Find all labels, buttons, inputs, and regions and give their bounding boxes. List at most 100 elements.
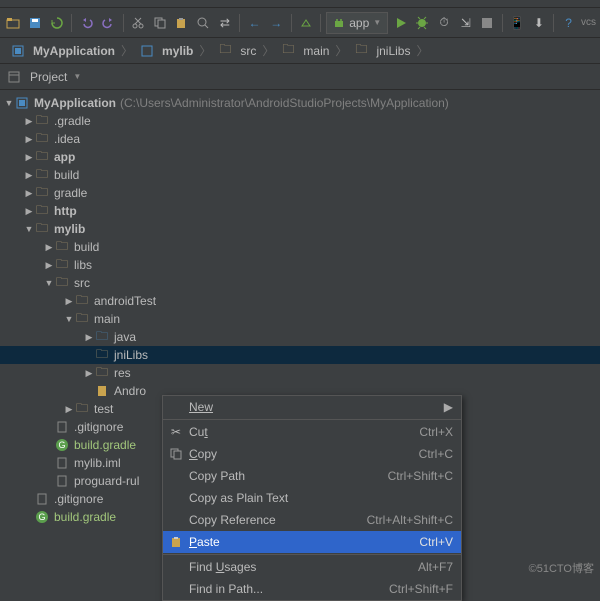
back-icon[interactable]: ← xyxy=(245,13,264,33)
breadcrumb-item[interactable]: 🗀jniLibs xyxy=(349,44,414,58)
expand-icon[interactable]: ▶ xyxy=(84,332,94,343)
folder-icon: 🗀 xyxy=(54,258,70,272)
tree-item[interactable]: ▶🗀libs xyxy=(0,256,600,274)
expand-icon[interactable]: ▶ xyxy=(24,116,34,127)
copy-icon[interactable] xyxy=(150,13,169,33)
tree-item[interactable]: ▶🗀build xyxy=(0,166,600,184)
folder-icon: 🗀 xyxy=(34,150,50,164)
folder-icon: 🗀 xyxy=(34,204,50,218)
separator xyxy=(320,14,321,32)
tree-item[interactable]: ▶🗀http xyxy=(0,202,600,220)
open-icon[interactable] xyxy=(4,13,23,33)
redo-icon[interactable] xyxy=(99,13,118,33)
undo-icon[interactable] xyxy=(77,13,96,33)
folder-icon: 🗀 xyxy=(74,294,90,308)
menu-find-usages[interactable]: Find UsagesAlt+F7 xyxy=(163,556,461,578)
save-icon[interactable] xyxy=(26,13,45,33)
attach-icon[interactable]: ⇲ xyxy=(456,13,475,33)
tree-item[interactable]: ▶🗀.idea xyxy=(0,130,600,148)
chevron-down-icon: ▼ xyxy=(373,18,381,27)
expand-icon[interactable]: ▶ xyxy=(84,368,94,379)
tree-root[interactable]: ▼MyApplication(C:\Users\Administrator\An… xyxy=(0,94,600,112)
folder-icon: 🗀 xyxy=(54,240,70,254)
expand-icon[interactable]: ▼ xyxy=(24,224,34,234)
expand-icon[interactable]: ▼ xyxy=(44,278,54,288)
menu-copy-plain[interactable]: Copy as Plain Text xyxy=(163,487,461,509)
tree-item[interactable]: ▼🗀src xyxy=(0,274,600,292)
file-icon xyxy=(54,420,70,434)
menu-separator xyxy=(163,419,461,420)
sdk-icon[interactable]: ⬇ xyxy=(530,13,549,33)
tree-item[interactable]: ▼🗀main xyxy=(0,310,600,328)
chevron-down-icon[interactable]: ▼ xyxy=(73,72,81,81)
tree-item[interactable]: ▶🗀app xyxy=(0,148,600,166)
view-mode-icon[interactable] xyxy=(4,67,24,87)
tree-item[interactable]: ▶🗀res xyxy=(0,364,600,382)
vcs-label: vcs xyxy=(581,17,596,28)
expand-icon[interactable]: ▶ xyxy=(24,188,34,199)
find-icon[interactable] xyxy=(194,13,213,33)
avd-icon[interactable]: 📱 xyxy=(508,13,527,33)
run-config-combo[interactable]: app ▼ xyxy=(326,12,388,34)
tree-item-selected[interactable]: 🗀jniLibs xyxy=(0,346,600,364)
folder-icon: 🗀 xyxy=(54,276,70,290)
folder-icon: 🗀 xyxy=(280,44,296,58)
expand-icon[interactable]: ▶ xyxy=(24,170,34,181)
expand-icon[interactable]: ▶ xyxy=(64,296,74,307)
copy-icon xyxy=(167,448,185,460)
expand-icon[interactable]: ▶ xyxy=(24,134,34,145)
forward-icon[interactable]: → xyxy=(267,13,286,33)
run-icon[interactable] xyxy=(391,13,410,33)
menu-copy-path[interactable]: Copy PathCtrl+Shift+C xyxy=(163,465,461,487)
menu-paste[interactable]: PasteCtrl+V xyxy=(163,531,461,553)
expand-icon[interactable]: ▶ xyxy=(64,404,74,415)
expand-icon[interactable]: ▼ xyxy=(4,98,14,108)
build-icon[interactable] xyxy=(297,13,316,33)
menu-new[interactable]: New▶ xyxy=(163,396,461,418)
breadcrumb-item[interactable]: mylib xyxy=(135,44,197,58)
android-icon xyxy=(333,17,345,29)
tree-item[interactable]: ▶🗀build xyxy=(0,238,600,256)
separator xyxy=(123,14,124,32)
menu-bar[interactable] xyxy=(0,0,600,8)
separator xyxy=(239,14,240,32)
expand-icon[interactable]: ▶ xyxy=(44,242,54,253)
breadcrumb-item[interactable]: 🗀src xyxy=(213,44,260,58)
sync-icon[interactable] xyxy=(47,13,66,33)
tree-item[interactable]: ▶🗀gradle xyxy=(0,184,600,202)
tree-item[interactable]: ▶🗀.gradle xyxy=(0,112,600,130)
help-icon[interactable]: ? xyxy=(559,13,578,33)
expand-icon[interactable]: ▼ xyxy=(64,314,74,324)
breadcrumb: MyApplication 〉 mylib 〉 🗀src 〉 🗀main 〉 🗀… xyxy=(0,38,600,64)
folder-icon: 🗀 xyxy=(94,366,110,380)
replace-icon[interactable]: ⇄ xyxy=(215,13,234,33)
tree-item[interactable]: ▶🗀androidTest xyxy=(0,292,600,310)
folder-icon: 🗀 xyxy=(94,330,110,344)
tree-item[interactable]: ▶🗀java xyxy=(0,328,600,346)
breadcrumb-item[interactable]: 🗀main xyxy=(276,44,333,58)
paste-icon xyxy=(167,536,185,548)
expand-icon[interactable]: ▶ xyxy=(44,260,54,271)
main-toolbar: ⇄ ← → app ▼ ⏱ ⇲ 📱 ⬇ ? vcs xyxy=(0,8,600,38)
menu-copy-ref[interactable]: Copy ReferenceCtrl+Alt+Shift+C xyxy=(163,509,461,531)
expand-icon[interactable]: ▶ xyxy=(24,206,34,217)
stop-icon[interactable] xyxy=(478,13,497,33)
menu-find-in-path[interactable]: Find in Path...Ctrl+Shift+F xyxy=(163,578,461,600)
menu-cut[interactable]: ✂CutCtrl+X xyxy=(163,421,461,443)
watermark: ©51CTO博客 xyxy=(529,560,594,576)
chevron-right-icon: 〉 xyxy=(333,42,349,59)
breadcrumb-item[interactable]: MyApplication xyxy=(6,44,119,58)
expand-icon[interactable]: ▶ xyxy=(24,152,34,163)
menu-copy[interactable]: CopyCtrl+C xyxy=(163,443,461,465)
project-view-label[interactable]: Project xyxy=(30,70,67,84)
separator xyxy=(291,14,292,32)
menu-separator xyxy=(163,554,461,555)
debug-icon[interactable] xyxy=(413,13,432,33)
separator xyxy=(502,14,503,32)
paste-icon[interactable] xyxy=(172,13,191,33)
cut-icon[interactable] xyxy=(129,13,148,33)
tree-item[interactable]: ▼🗀mylib xyxy=(0,220,600,238)
gradle-icon: G xyxy=(54,438,70,452)
folder-icon: 🗀 xyxy=(34,114,50,128)
profile-icon[interactable]: ⏱ xyxy=(435,13,454,33)
